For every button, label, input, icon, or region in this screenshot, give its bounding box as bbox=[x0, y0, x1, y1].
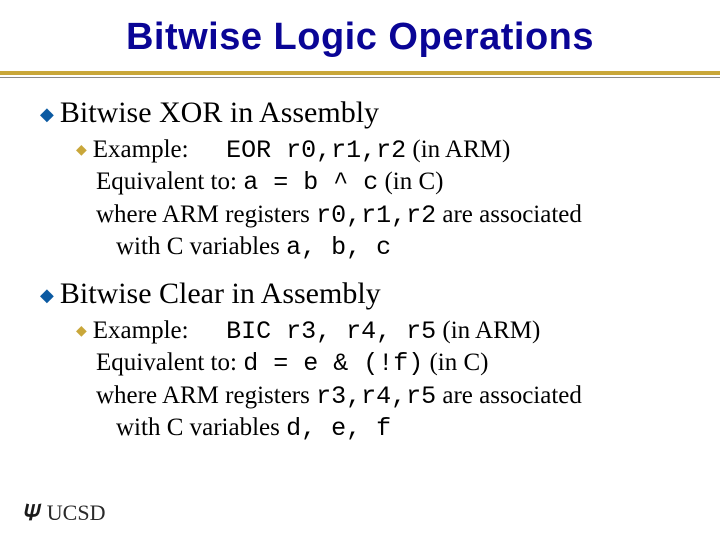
where-code: r0,r1,r2 bbox=[316, 201, 436, 230]
asm-code: EOR r0,r1,r2 bbox=[226, 136, 406, 165]
divider-gold bbox=[0, 71, 720, 75]
xor-where-line2: with C variables a, b, c bbox=[96, 231, 690, 263]
asm-note: (in ARM) bbox=[406, 136, 510, 163]
example-label: Example: bbox=[93, 136, 189, 163]
xor-equiv-line: Equivalent to: a = b ^ c (in C) bbox=[96, 166, 690, 198]
bullet-icon bbox=[76, 142, 87, 159]
bullet-icon bbox=[76, 323, 87, 340]
slide-title: Bitwise Logic Operations bbox=[0, 0, 720, 71]
where2-code: d, e, f bbox=[286, 414, 391, 443]
bic-example-line: Example: BIC r3, r4, r5 (in ARM) bbox=[76, 315, 690, 347]
where-code: r3,r4,r5 bbox=[316, 382, 436, 411]
example-label: Example: bbox=[93, 317, 189, 344]
bic-where-line2: with C variables d, e, f bbox=[96, 412, 690, 444]
xor-where-line1: where ARM registers r0,r1,r2 are associa… bbox=[96, 199, 690, 231]
where2-pre: with C variables bbox=[116, 233, 286, 260]
bullet-icon bbox=[40, 285, 54, 306]
equiv-code: a = b ^ c bbox=[243, 168, 378, 197]
where-mid: are associated bbox=[436, 201, 582, 228]
asm-note: (in ARM) bbox=[436, 317, 540, 344]
where-pre: where ARM registers bbox=[96, 382, 316, 409]
asm-code: BIC r3, r4, r5 bbox=[226, 317, 436, 346]
where2-code: a, b, c bbox=[286, 233, 391, 262]
equiv-label: Equivalent to: bbox=[96, 349, 243, 376]
equiv-label: Equivalent to: bbox=[96, 168, 243, 195]
bullet-icon bbox=[40, 104, 54, 125]
heading-xor: Bitwise XOR in Assembly bbox=[40, 96, 690, 130]
xor-example-line: Example: EOR r0,r1,r2 (in ARM) bbox=[76, 134, 690, 166]
slide: Bitwise Logic Operations Bitwise XOR in … bbox=[0, 0, 720, 540]
content: Bitwise XOR in Assembly Example: EOR r0,… bbox=[0, 78, 720, 444]
where2-pre: with C variables bbox=[116, 414, 286, 441]
bic-where-line1: where ARM registers r3,r4,r5 are associa… bbox=[96, 380, 690, 412]
equiv-code: d = e & (!f) bbox=[243, 349, 423, 378]
equiv-note: (in C) bbox=[423, 349, 488, 376]
heading-bic: Bitwise Clear in Assembly bbox=[40, 277, 690, 311]
line-text: Example: EOR r0,r1,r2 (in ARM) bbox=[93, 134, 511, 166]
where-pre: where ARM registers bbox=[96, 201, 316, 228]
where-mid: are associated bbox=[436, 382, 582, 409]
bic-equiv-line: Equivalent to: d = e & (!f) (in C) bbox=[96, 347, 690, 379]
line-text: Example: BIC r3, r4, r5 (in ARM) bbox=[93, 315, 541, 347]
heading-text: Bitwise Clear in Assembly bbox=[60, 277, 381, 311]
equiv-note: (in C) bbox=[378, 168, 443, 195]
heading-text: Bitwise XOR in Assembly bbox=[60, 96, 379, 130]
ucsd-logo: 𝛹 UCSD bbox=[24, 500, 105, 526]
trident-icon: 𝛹 bbox=[24, 500, 41, 526]
logo-text: UCSD bbox=[47, 500, 106, 526]
